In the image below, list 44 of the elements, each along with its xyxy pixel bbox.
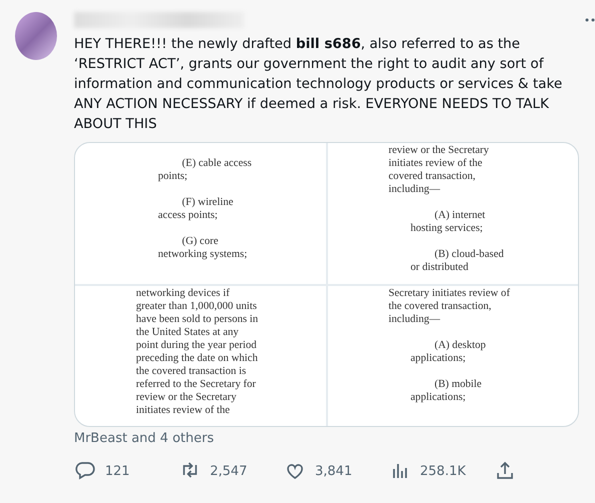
document-line: have been sold to persons in — [136, 312, 258, 326]
document-line: Secretary initiates review of — [388, 286, 510, 300]
liked-by-text[interactable]: MrBeast and 4 others — [74, 431, 214, 446]
document-line: (E) cable access — [182, 157, 252, 170]
document-line: initiates review of the — [136, 404, 230, 416]
views-button[interactable]: 258.1K — [389, 460, 494, 482]
document-line: access points; — [158, 209, 218, 222]
document-line: referred to the Secretary for — [136, 378, 256, 390]
document-line: (A) desktop — [434, 338, 486, 352]
document-line: review or the Secretary — [388, 144, 489, 157]
document-line: applications; — [410, 390, 466, 404]
document-line: (A) internet — [434, 209, 486, 222]
document-page[interactable]: (E) cable access points; (F) wireline access points; (G) core networking systems; — [75, 143, 326, 284]
like-button[interactable]: 3,841 — [284, 460, 389, 482]
document-line: or distributed — [410, 261, 468, 274]
document-line: the covered transaction, — [388, 300, 492, 312]
document-line: covered transaction, — [388, 170, 476, 183]
document-line: the United States at any — [136, 326, 239, 338]
document-line: (F) wireline — [182, 196, 234, 209]
document-line: greater than 1,000,000 units — [136, 300, 257, 312]
document-line: including— — [388, 183, 440, 196]
share-icon — [494, 460, 516, 482]
document-page[interactable]: review or the Secretary initiates review of the covered transaction, including— (A) internet hosting services; (B) cloud-based or distributed — [328, 143, 578, 284]
document-line: (G) core — [182, 235, 218, 248]
document-line: networking devices if — [136, 286, 230, 300]
document-line: point during the year period — [136, 338, 257, 352]
reply-icon — [74, 460, 96, 482]
document-line: preceding the date on which — [136, 352, 258, 364]
retweet-button[interactable]: 2,547 — [179, 460, 284, 482]
document-line: networking systems; — [158, 248, 248, 261]
document-line: hosting services; — [410, 222, 483, 235]
document-line: initiates review of the — [388, 157, 482, 170]
document-line: including— — [388, 312, 440, 326]
document-line: applications; — [410, 352, 466, 364]
document-line: review or the Secretary — [136, 390, 236, 404]
document-page[interactable] — [75, 286, 326, 426]
post-text: HEY THERE!!! the newly drafted bill s686, also referred to as the ‘RESTRICT ACT’, grants our government the right to audit any sort of information and communication technology products or services & take ANY ACTION NECESSARY if deemed a risk. EVERYONE NEEDS TO TALK ABOUT THIS — [74, 35, 564, 134]
document-page[interactable]: Secretary initiates review of the covered transaction, including— (A) desktop applications; (B) mobile applications; — [328, 286, 578, 426]
document-line: (B) cloud-based — [434, 248, 504, 261]
document-line: the covered transaction is — [136, 364, 246, 378]
document-line: points; — [158, 170, 188, 183]
document-line: (B) mobile — [434, 378, 482, 390]
reply-button[interactable]: 121 — [74, 460, 179, 482]
avatar[interactable] — [15, 12, 57, 60]
